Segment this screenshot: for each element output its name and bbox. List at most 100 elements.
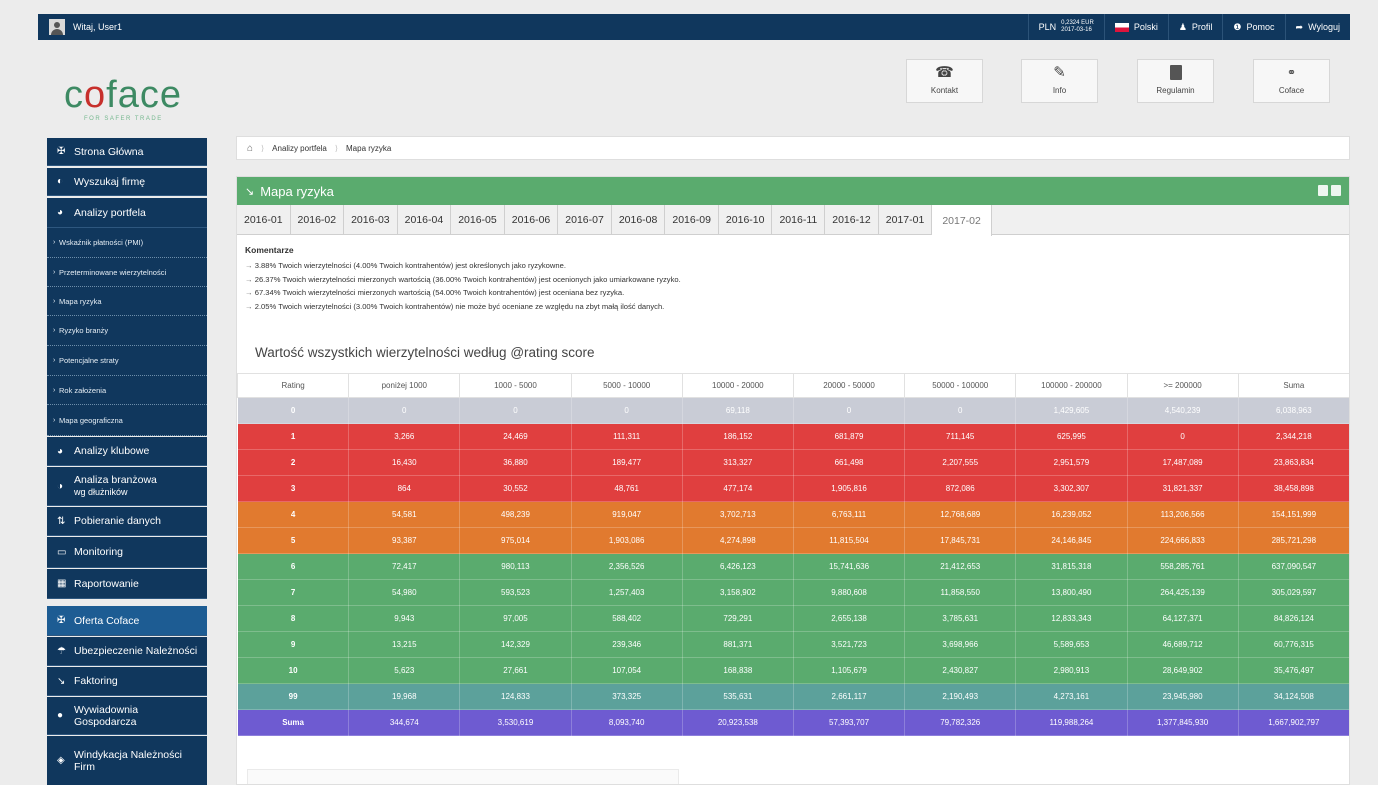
table-row: 9 13,215 142,329 239,346 881,371 3,521,723 3,6… xyxy=(237,631,1349,658)
profile-label: Profil xyxy=(1191,22,1213,32)
comment-item: 3.88% Twoich wierzytelności (4.00% Twoic… xyxy=(245,259,1341,273)
contact-button[interactable]: ☎ Kontakt xyxy=(906,59,983,103)
value-cell: 0 xyxy=(1126,423,1239,450)
tab-2016-01[interactable]: 2016-01 xyxy=(237,205,291,235)
period-tabs: 2016-01 2016-02 2016-03 2016-04 2016-05 2016-… xyxy=(237,205,1349,236)
value-cell: 16,430 xyxy=(348,449,461,476)
table-row: 4 54,581 498,239 919,047 3,702,713 6,763,111 1… xyxy=(237,501,1349,528)
value-cell: 637,090,547 xyxy=(1237,553,1349,580)
sidebar-item-search-company[interactable]: ◐ Wyszukaj firmę xyxy=(47,168,207,196)
coface-logo[interactable]: coface FOR SAFER TRADE xyxy=(64,76,182,122)
search-company-icon: ◐ xyxy=(57,176,64,187)
tab-2016-10[interactable]: 2016-10 xyxy=(719,205,773,235)
sidebar-item-offer[interactable]: ✠ Oferta Coface xyxy=(47,606,207,636)
regulamin-button[interactable]: Regulamin xyxy=(1137,59,1214,103)
profile-link[interactable]: ♟ Profil xyxy=(1167,14,1223,40)
sidebar-item-debt-collection[interactable]: ◈ Windykacja Należności Firm xyxy=(47,736,207,785)
home-icon[interactable]: ⌂ xyxy=(247,143,253,154)
value-cell: 15,741,636 xyxy=(792,553,906,580)
chart-line-icon: ↘ xyxy=(245,185,255,198)
language-selector[interactable]: Polski xyxy=(1103,14,1168,40)
tab-2016-12[interactable]: 2016-12 xyxy=(825,205,879,235)
tab-2016-08[interactable]: 2016-08 xyxy=(612,205,666,235)
value-cell: 1,105,679 xyxy=(792,657,906,684)
sidebar-item-data-download[interactable]: ⇅ Pobieranie danych xyxy=(47,507,207,536)
tab-2016-09[interactable]: 2016-09 xyxy=(665,205,719,235)
tab-2017-01[interactable]: 2017-01 xyxy=(879,205,933,235)
table-row: 0 0 0 0 69,118 0 0 1,429,605 4,540,239 6,038,963 xyxy=(237,397,1349,424)
table-row: 2 16,430 36,880 189,477 313,327 661,498 2,207,… xyxy=(237,449,1349,476)
value-cell: 46,689,712 xyxy=(1126,631,1239,658)
column-header: 20000 - 50000 xyxy=(792,373,906,398)
value-cell: 2,655,138 xyxy=(792,605,906,632)
sidebar-item-club-analysis[interactable]: ◕ Analizy klubowe xyxy=(47,437,207,466)
sidebar-item-reporting[interactable]: ▦ Raportowanie xyxy=(47,569,207,599)
tab-2016-11[interactable]: 2016-11 xyxy=(772,205,826,235)
value-cell: 239,346 xyxy=(570,631,683,658)
column-header: poniżej 1000 xyxy=(348,373,461,398)
export-icon[interactable] xyxy=(1318,185,1328,196)
column-header: Suma xyxy=(1237,373,1349,398)
sidebar-subitem-overdue[interactable]: › Przeterminowane wierzytelności xyxy=(47,258,207,287)
sidebar-subitem-risk-map[interactable]: › Mapa ryzyka xyxy=(47,287,207,316)
sidebar-item-insurance[interactable]: ☂ Ubezpieczenie Należności xyxy=(47,637,207,666)
value-cell: 1,377,845,930 xyxy=(1126,709,1239,736)
cross-icon: ✠ xyxy=(57,615,66,626)
user-icon: ♟ xyxy=(1178,21,1187,32)
breadcrumb-separator: ⟩ xyxy=(261,143,265,153)
chart-icon: ↘ xyxy=(57,675,66,687)
value-cell: 84,826,124 xyxy=(1237,605,1349,632)
sidebar-item-monitoring[interactable]: ▭ Monitoring xyxy=(47,537,207,568)
value-cell: 3,158,902 xyxy=(681,579,794,606)
info-button[interactable]: ✎ Info xyxy=(1021,59,1098,103)
value-cell: 23,863,834 xyxy=(1237,449,1349,476)
sidebar-subitem-founding-year[interactable]: › Rok założenia xyxy=(47,376,207,405)
sidebar-item-portfolio-analysis[interactable]: ◕ Analizy portfela xyxy=(47,198,207,228)
coface-button[interactable]: ⚭ Coface xyxy=(1253,59,1330,103)
sidebar-item-business-intelligence[interactable]: ● Wywiadownia Gospodarcza xyxy=(47,697,207,735)
user-greeting-text: Witaj, User1 xyxy=(73,22,123,32)
comment-item: 67.34% Twoich wierzytelności mierzonych … xyxy=(245,286,1341,300)
tab-2016-07[interactable]: 2016-07 xyxy=(558,205,612,235)
tab-2016-05[interactable]: 2016-05 xyxy=(451,205,505,235)
value-cell: 1,257,403 xyxy=(570,579,683,606)
logout-link[interactable]: ➦ Wyloguj xyxy=(1284,14,1350,40)
sidebar-subitem-geo-map[interactable]: › Mapa geograficzna xyxy=(47,405,207,436)
sidebar-item-factoring[interactable]: ↘ Faktoring xyxy=(47,667,207,696)
value-cell: 36,880 xyxy=(459,449,572,476)
breadcrumb-portfolio-link[interactable]: Analizy portfela xyxy=(272,144,327,153)
value-cell: 60,776,315 xyxy=(1237,631,1349,658)
sidebar-subitem-potential-losses[interactable]: › Potencjalne straty xyxy=(47,346,207,376)
value-cell: 11,815,504 xyxy=(792,527,906,554)
value-cell: 881,371 xyxy=(681,631,794,658)
currency-label: PLN xyxy=(1038,22,1057,32)
sidebar-item-home[interactable]: ✠ Strona Główna xyxy=(47,138,207,166)
value-cell: 0 xyxy=(904,397,1017,424)
value-cell: 1,429,605 xyxy=(1015,397,1128,424)
value-cell: 2,980,913 xyxy=(1015,657,1128,684)
rating-cell: 5 xyxy=(237,527,350,554)
value-cell: 3,302,307 xyxy=(1015,475,1128,502)
value-cell: 3,530,619 xyxy=(459,709,572,736)
value-cell: 9,880,608 xyxy=(792,579,906,606)
print-icon[interactable] xyxy=(1331,185,1341,196)
value-cell: 1,905,816 xyxy=(792,475,906,502)
risk-table: Rating poniżej 1000 1000 - 5000 5000 - 1000… xyxy=(237,373,1349,736)
value-cell: 2,430,827 xyxy=(904,657,1017,684)
tab-2016-04[interactable]: 2016-04 xyxy=(398,205,452,235)
value-cell: 31,815,318 xyxy=(1015,553,1128,580)
tab-2017-02[interactable]: 2017-02 xyxy=(932,205,992,236)
sidebar-subitem-pmi[interactable]: › Wskaźnik płatności (PMI) xyxy=(47,228,207,258)
help-link[interactable]: ❶ Pomoc xyxy=(1222,14,1284,40)
tab-2016-06[interactable]: 2016-06 xyxy=(505,205,559,235)
value-cell: 5,589,653 xyxy=(1015,631,1128,658)
value-cell: 0 xyxy=(570,397,683,424)
sidebar-item-industry-analysis[interactable]: ◑ Analiza branżowa wg dłużników xyxy=(47,467,207,506)
value-cell: 2,344,218 xyxy=(1237,423,1349,450)
tab-2016-02[interactable]: 2016-02 xyxy=(291,205,345,235)
value-cell: 113,206,566 xyxy=(1126,501,1239,528)
tab-2016-03[interactable]: 2016-03 xyxy=(344,205,398,235)
sidebar-subitem-industry-risk[interactable]: › Ryzyko branży xyxy=(47,316,207,346)
link-icon: ⚭ xyxy=(1286,66,1297,79)
rating-cell: 99 xyxy=(237,683,350,710)
